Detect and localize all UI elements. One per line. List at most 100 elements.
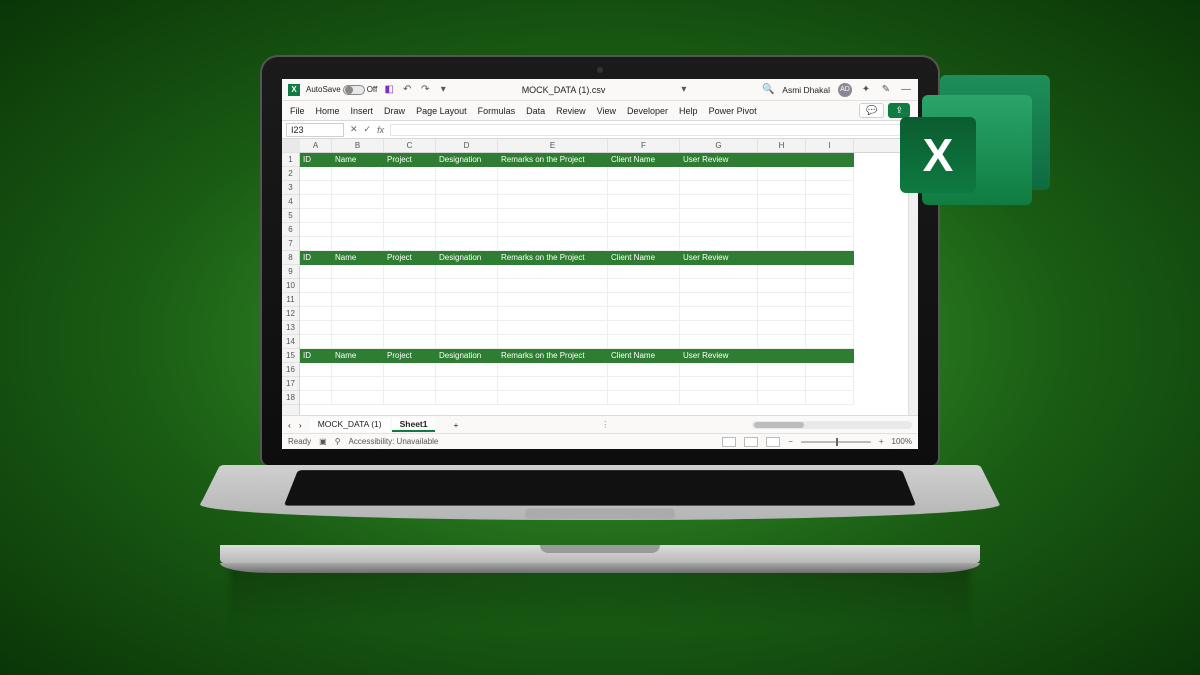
cell[interactable] [384,223,436,237]
cell[interactable]: Name [332,349,384,363]
row-header-2[interactable]: 2 [282,167,299,181]
cell[interactable] [758,181,806,195]
cell[interactable] [608,181,680,195]
cell[interactable]: Designation [436,349,498,363]
cell[interactable] [608,237,680,251]
cell[interactable] [806,195,854,209]
cell[interactable] [608,167,680,181]
cell[interactable] [332,195,384,209]
cell[interactable] [436,321,498,335]
select-all-corner[interactable] [282,139,300,153]
tab-nav-next-icon[interactable]: › [299,420,302,430]
cell[interactable] [758,391,806,405]
cell[interactable] [384,265,436,279]
cell[interactable] [300,167,332,181]
redo-icon[interactable]: ↷ [419,84,431,96]
cell[interactable] [384,363,436,377]
row-header-5[interactable]: 5 [282,209,299,223]
save-icon[interactable]: ◧ [383,84,395,96]
cell[interactable] [608,335,680,349]
cell[interactable] [806,363,854,377]
cell[interactable] [300,265,332,279]
cell[interactable] [332,363,384,377]
cell[interactable] [608,223,680,237]
horizontal-scroll-thumb[interactable] [754,422,804,428]
cell[interactable] [300,237,332,251]
pen-icon[interactable]: ✎ [880,84,892,96]
cell[interactable] [300,321,332,335]
cell[interactable]: ID [300,153,332,167]
ribbon-tab-insert[interactable]: Insert [351,106,374,116]
cell[interactable] [436,293,498,307]
cell[interactable] [436,307,498,321]
cell[interactable] [384,391,436,405]
cell[interactable] [300,209,332,223]
cell[interactable]: Client Name [608,349,680,363]
cell[interactable] [498,335,608,349]
cell[interactable]: Name [332,153,384,167]
cell[interactable] [680,321,758,335]
cell[interactable] [332,279,384,293]
diamond-icon[interactable]: ✦ [860,84,872,96]
cell[interactable] [384,335,436,349]
cell[interactable] [384,377,436,391]
cell[interactable] [498,167,608,181]
zoom-level[interactable]: 100% [892,437,912,446]
user-avatar[interactable]: AD [838,83,852,97]
row-header-11[interactable]: 11 [282,293,299,307]
ribbon-tab-developer[interactable]: Developer [627,106,668,116]
row-header-15[interactable]: 15 [282,349,299,363]
ribbon-tab-formulas[interactable]: Formulas [478,106,516,116]
cell[interactable] [680,377,758,391]
cell[interactable] [300,195,332,209]
formula-input[interactable] [390,124,918,136]
cell[interactable] [806,251,854,265]
ribbon-tab-draw[interactable]: Draw [384,106,405,116]
row-header-9[interactable]: 9 [282,265,299,279]
zoom-in-button[interactable]: + [879,437,884,446]
cell[interactable] [680,237,758,251]
cell[interactable] [806,167,854,181]
row-header-4[interactable]: 4 [282,195,299,209]
cell[interactable] [300,363,332,377]
cell[interactable] [436,377,498,391]
cell[interactable] [758,251,806,265]
row-header-8[interactable]: 8 [282,251,299,265]
row-header-10[interactable]: 10 [282,279,299,293]
cell[interactable] [806,237,854,251]
column-header-F[interactable]: F [608,139,680,152]
cell[interactable] [758,195,806,209]
cell[interactable] [680,167,758,181]
horizontal-scrollbar[interactable] [752,421,912,429]
cell[interactable]: Client Name [608,251,680,265]
sheet-tab-sheet1[interactable]: Sheet1 [392,418,436,432]
cell[interactable] [608,377,680,391]
cell[interactable] [332,307,384,321]
cell[interactable] [384,321,436,335]
cell[interactable] [332,321,384,335]
row-header-13[interactable]: 13 [282,321,299,335]
cell[interactable]: Designation [436,251,498,265]
document-filename[interactable]: MOCK_DATA (1).csv [522,85,606,95]
cell[interactable]: ID [300,349,332,363]
cell[interactable] [436,265,498,279]
page-break-view-button[interactable] [766,437,780,447]
cell[interactable] [758,265,806,279]
user-name[interactable]: Asmi Dhakal [782,85,830,95]
row-header-16[interactable]: 16 [282,363,299,377]
cell[interactable] [498,181,608,195]
cell[interactable]: Project [384,349,436,363]
cell[interactable]: Remarks on the Project [498,153,608,167]
column-header-E[interactable]: E [498,139,608,152]
cell[interactable] [436,279,498,293]
enter-icon[interactable]: ✓ [364,124,372,135]
cell[interactable]: Remarks on the Project [498,251,608,265]
cell[interactable] [608,209,680,223]
cancel-icon[interactable]: ✕ [350,124,358,135]
column-header-C[interactable]: C [384,139,436,152]
cell[interactable] [436,391,498,405]
cell[interactable] [758,167,806,181]
normal-view-button[interactable] [722,437,736,447]
search-icon[interactable]: 🔍 [762,84,774,96]
cell[interactable] [806,265,854,279]
